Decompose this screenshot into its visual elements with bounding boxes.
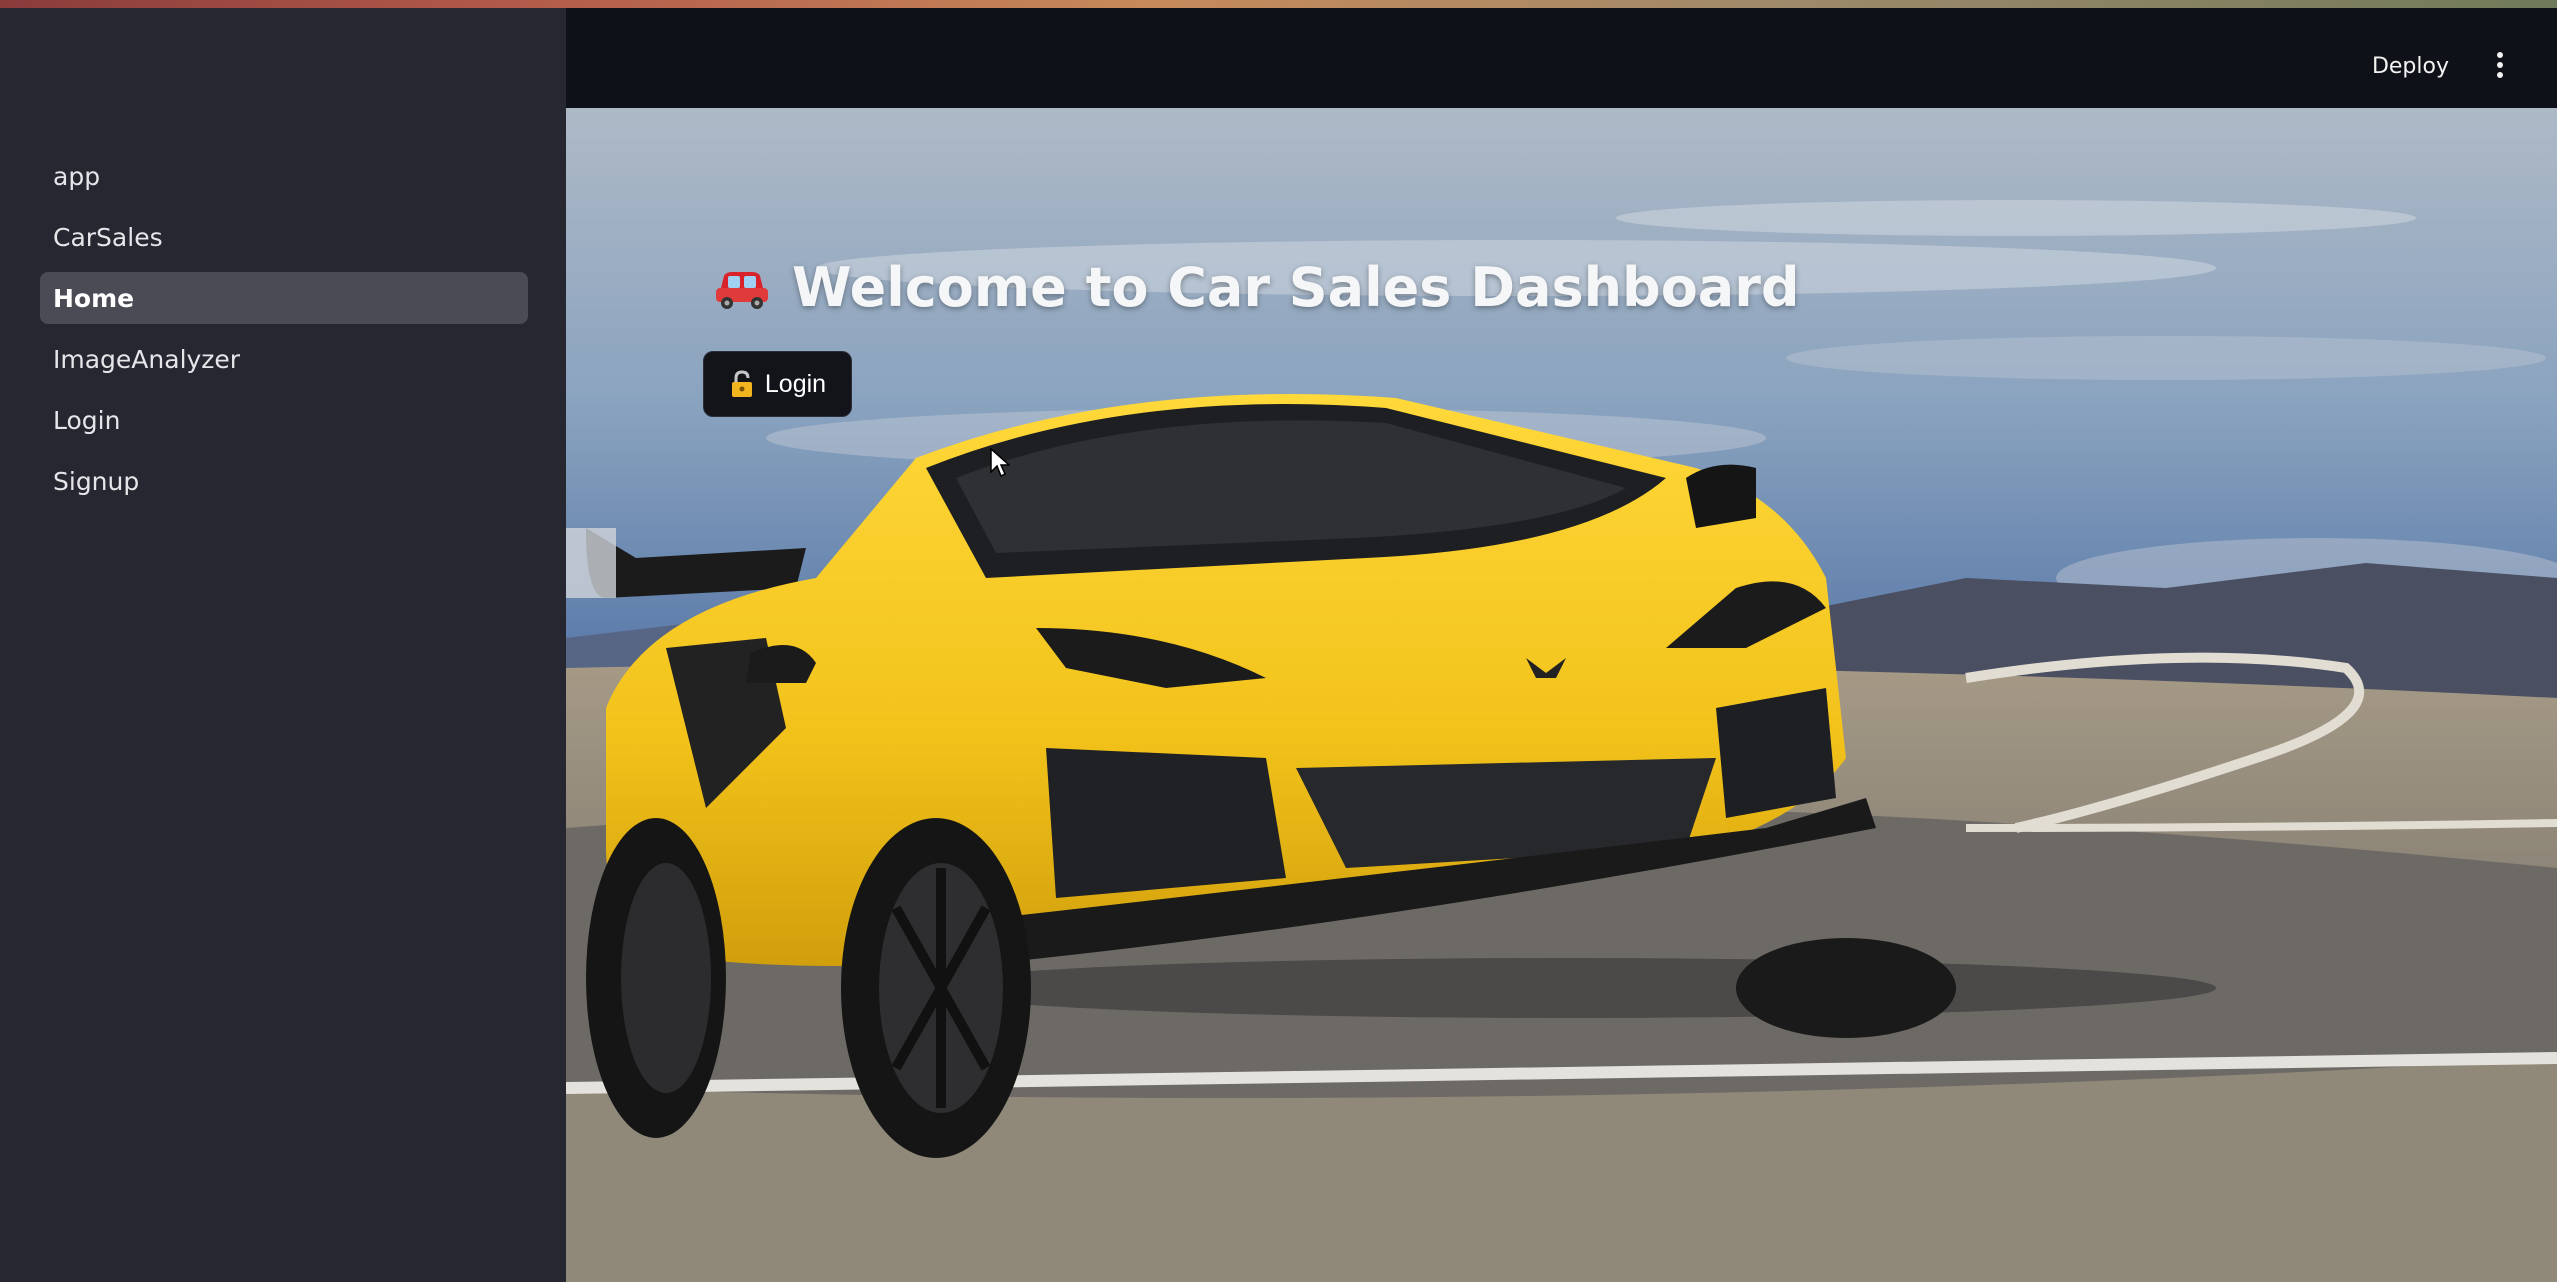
red-car-icon [716, 271, 768, 309]
sidebar-item-signup[interactable]: Signup [40, 455, 528, 507]
sidebar-item-label: ImageAnalyzer [53, 344, 241, 374]
lock-icon [731, 370, 752, 397]
deploy-button[interactable]: Deploy [2372, 54, 2449, 79]
kebab-menu-icon[interactable] [2493, 50, 2507, 80]
app-header: Deploy [566, 8, 2557, 108]
sidebar: app CarSales Home ImageAnalyzer Login Si… [0, 8, 566, 1282]
sidebar-item-label: Home [53, 283, 135, 313]
main-content: Welcome to Car Sales Dashboard Login [566, 108, 2557, 1282]
sidebar-item-label: Login [53, 405, 121, 435]
sidebar-item-label: Signup [53, 466, 140, 496]
sidebar-item-label: app [53, 161, 101, 191]
sidebar-item-app[interactable]: app [40, 150, 528, 202]
sidebar-item-imageanalyzer[interactable]: ImageAnalyzer [40, 333, 528, 385]
login-button[interactable]: Login [703, 351, 852, 417]
mouse-cursor-icon [990, 448, 1010, 478]
login-button-label: Login [764, 369, 827, 398]
sidebar-item-carsales[interactable]: CarSales [40, 211, 528, 263]
sidebar-item-home[interactable]: Home [40, 272, 528, 324]
page-title: Welcome to Car Sales Dashboard [792, 256, 1800, 319]
sidebar-item-label: CarSales [53, 222, 163, 252]
top-decoration-strip [0, 0, 2557, 8]
sidebar-nav: app CarSales Home ImageAnalyzer Login Si… [40, 150, 528, 516]
title-row: Welcome to Car Sales Dashboard [712, 256, 1800, 319]
sidebar-item-login[interactable]: Login [40, 394, 528, 446]
